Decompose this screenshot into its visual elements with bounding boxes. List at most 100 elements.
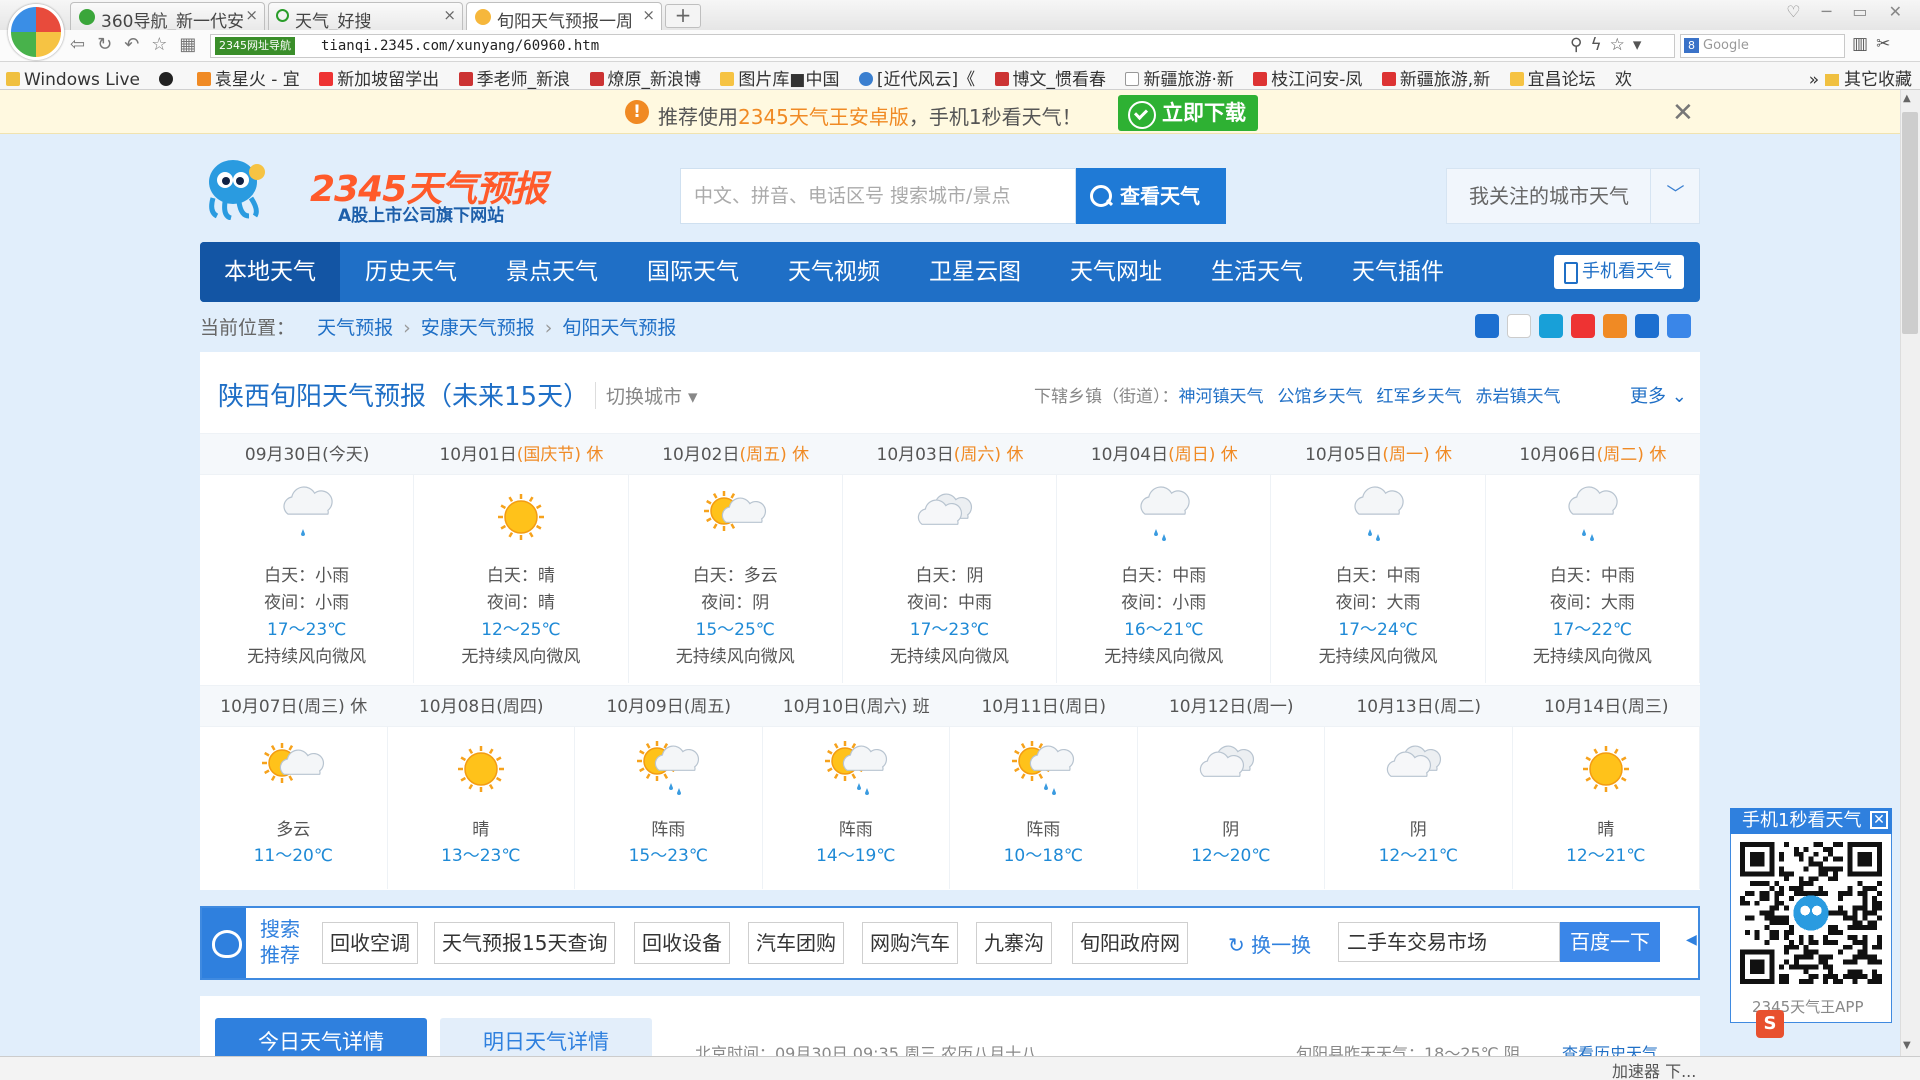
bookmark-item[interactable]: 季老师_新浪 xyxy=(458,65,570,89)
nav-local-weather[interactable]: 本地天气 xyxy=(200,242,340,302)
weibo-icon[interactable] xyxy=(1571,314,1595,338)
star-icon[interactable]: ☆ xyxy=(1610,35,1633,55)
close-icon[interactable]: ✕ xyxy=(1672,98,1694,128)
tab-tomorrow-detail[interactable]: 明日天气详情 xyxy=(440,1018,652,1058)
tab-today-detail[interactable]: 今日天气详情 xyxy=(215,1018,427,1058)
octopus-logo-icon[interactable] xyxy=(205,154,265,220)
close-icon[interactable]: ✕ xyxy=(1870,811,1888,829)
tab-close-icon[interactable]: × xyxy=(443,6,456,24)
sogou-ime-icon[interactable]: S xyxy=(1756,1010,1784,1038)
home-icon[interactable]: ☆ xyxy=(151,34,179,55)
bookmark-item[interactable]: 新疆旅游·新 xyxy=(1125,65,1234,89)
browser-tab-search[interactable]: 天气_好搜 × xyxy=(268,2,463,30)
browser-toolbar-icons[interactable]: ▥✂ xyxy=(1852,34,1898,54)
forecast-day[interactable]: 白天：阴 夜间：中雨 17～23℃ 无持续风向微风 xyxy=(843,475,1058,683)
qq-icon[interactable] xyxy=(1507,314,1531,338)
bookmark-item[interactable]: 宜昌论坛 xyxy=(1509,65,1596,89)
more-share-icon[interactable] xyxy=(1667,314,1691,338)
baidu-search-input[interactable]: 二手车交易市场 xyxy=(1338,922,1560,962)
recommend-keyword[interactable]: 回收设备 xyxy=(634,922,730,964)
back-icon[interactable]: ⇦ xyxy=(70,34,97,55)
browser-logo-icon[interactable] xyxy=(8,4,64,60)
new-tab-button[interactable]: + xyxy=(665,4,701,28)
forecast-day[interactable]: 多云 11～20℃ xyxy=(200,727,388,889)
nav-weather-plugin[interactable]: 天气插件 xyxy=(1328,242,1468,302)
browser-search-input[interactable]: Google xyxy=(1680,34,1845,58)
forecast-day[interactable]: 白天：中雨 夜间：大雨 17～24℃ 无持续风向微风 xyxy=(1271,475,1486,683)
recommend-keyword[interactable]: 汽车团购 xyxy=(748,922,844,964)
forecast-day[interactable]: 白天：中雨 夜间：小雨 16～21℃ 无持续风向微风 xyxy=(1057,475,1272,683)
undo-icon[interactable]: ↶ xyxy=(124,34,151,55)
town-link[interactable]: 红军乡天气 xyxy=(1377,387,1462,407)
bookmark-item[interactable]: 枝江问安-凤 xyxy=(1253,65,1362,89)
nav-history-weather[interactable]: 历史天气 xyxy=(341,242,481,302)
bookmark-item[interactable]: Windows Live xyxy=(6,70,140,89)
swap-button[interactable]: ↻ 换一换 xyxy=(1228,929,1311,958)
breadcrumb-link[interactable]: 旬阳天气预报 xyxy=(562,317,676,339)
town-link[interactable]: 神河镇天气 xyxy=(1179,387,1264,407)
download-button[interactable]: 立即下载 xyxy=(1118,95,1258,131)
lightning-icon[interactable]: ϟ xyxy=(1590,35,1609,55)
scroll-up-icon[interactable]: ▲ xyxy=(1903,93,1911,104)
recommend-keyword[interactable]: 网购汽车 xyxy=(862,922,958,964)
breadcrumb-link[interactable]: 天气预报 xyxy=(317,317,393,339)
city-search-input[interactable]: 中文、拼音、电话区号 搜索城市/景点 xyxy=(680,168,1076,224)
town-link[interactable]: 赤岩镇天气 xyxy=(1476,387,1561,407)
nav-satellite[interactable]: 卫星云图 xyxy=(905,242,1045,302)
mobile-weather-button[interactable]: 手机看天气 xyxy=(1554,255,1684,289)
address-bar[interactable]: tianqi.2345.com/xunyang/60960.htm xyxy=(210,34,1675,58)
kaixin-icon[interactable] xyxy=(1635,314,1659,338)
scroll-down-icon[interactable]: ▼ xyxy=(1903,1040,1911,1051)
other-bookmarks[interactable]: » 其它收藏 xyxy=(1809,65,1912,90)
bookmark-item[interactable] xyxy=(159,70,177,89)
renren-icon[interactable] xyxy=(1603,314,1627,338)
tab-close-icon[interactable]: × xyxy=(642,6,655,24)
extension-icon[interactable]: ✂ xyxy=(1876,34,1898,54)
grid-icon[interactable]: ▦ xyxy=(179,34,208,55)
nav-intl-weather[interactable]: 国际天气 xyxy=(623,242,763,302)
bookmark-item[interactable]: 新加坡留学出 xyxy=(319,65,439,89)
recommend-keyword[interactable]: 回收空调 xyxy=(322,922,418,964)
forecast-day[interactable]: 白天：晴 夜间：晴 12～25℃ 无持续风向微风 xyxy=(414,475,629,683)
forecast-day[interactable]: 阴 12～21℃ xyxy=(1325,727,1513,889)
collapse-arrow-icon[interactable]: ◀ xyxy=(1686,932,1697,948)
refresh-icon[interactable]: ↻ xyxy=(97,34,124,55)
tab-close-icon[interactable]: × xyxy=(245,6,258,24)
forecast-day[interactable]: 阵雨 10～18℃ xyxy=(950,727,1138,889)
browser-nav-buttons[interactable]: ⇦↻↶☆▦ xyxy=(70,34,208,55)
town-link[interactable]: 公馆乡天气 xyxy=(1278,387,1363,407)
pengyou-icon[interactable] xyxy=(1539,314,1563,338)
nav-weather-video[interactable]: 天气视频 xyxy=(764,242,904,302)
search-button[interactable]: 查看天气 xyxy=(1076,168,1226,224)
forecast-day[interactable]: 晴 12～21℃ xyxy=(1513,727,1700,889)
bookmark-item[interactable]: 博文_惯看春 xyxy=(994,65,1106,89)
browser-tab-360[interactable]: 360导航_新一代安 × xyxy=(70,2,265,30)
window-controls[interactable]: ♡ ─ ▭ ✕ xyxy=(1786,2,1910,21)
forecast-day[interactable]: 阵雨 14～19℃ xyxy=(763,727,950,889)
bookmark-item[interactable]: 图片库■中国 xyxy=(720,65,839,89)
nav-life-weather[interactable]: 生活天气 xyxy=(1187,242,1327,302)
browser-tab-weather[interactable]: 旬阳天气预报一周 × xyxy=(466,2,662,30)
forecast-day[interactable]: 白天：多云 夜间：阴 15～25℃ 无持续风向微风 xyxy=(629,475,843,683)
forecast-day[interactable]: 白天：小雨 夜间：小雨 17～23℃ 无持续风向微风 xyxy=(200,475,415,683)
more-towns-button[interactable]: 更多 ⌄ xyxy=(1630,382,1687,408)
stats-icon[interactable]: ▥ xyxy=(1852,34,1876,54)
qzone-icon[interactable] xyxy=(1475,314,1499,338)
bookmark-item[interactable]: 欢 xyxy=(1615,65,1632,89)
bookmark-item[interactable]: [近代风云]《 xyxy=(858,65,975,89)
nav-scenic-weather[interactable]: 景点天气 xyxy=(482,242,622,302)
breadcrumb-link[interactable]: 安康天气预报 xyxy=(421,317,535,339)
forecast-day[interactable]: 阵雨 15～23℃ xyxy=(575,727,763,889)
scrollbar-thumb[interactable] xyxy=(1902,112,1918,334)
bookmark-item[interactable]: 燎原_新浪博 xyxy=(589,65,701,89)
recommend-keyword[interactable]: 旬阳政府网 xyxy=(1072,922,1188,964)
recommend-keyword[interactable]: 天气预报15天查询 xyxy=(434,922,616,964)
nav-weather-sites[interactable]: 天气网址 xyxy=(1046,242,1186,302)
zoom-icon[interactable]: ⚲ xyxy=(1570,35,1590,55)
switch-city-dropdown[interactable]: 切换城市 ▾ xyxy=(595,382,698,409)
forecast-day[interactable]: 白天：中雨 夜间：大雨 17～22℃ 无持续风向微风 xyxy=(1486,475,1700,683)
dropdown-icon[interactable]: ▾ xyxy=(1633,35,1650,55)
bookmark-item[interactable]: 新疆旅游,新 xyxy=(1381,65,1490,89)
url-tools[interactable]: ⚲ϟ☆▾ xyxy=(1570,35,1649,55)
chevron-down-icon[interactable]: ﹀ xyxy=(1650,168,1700,224)
